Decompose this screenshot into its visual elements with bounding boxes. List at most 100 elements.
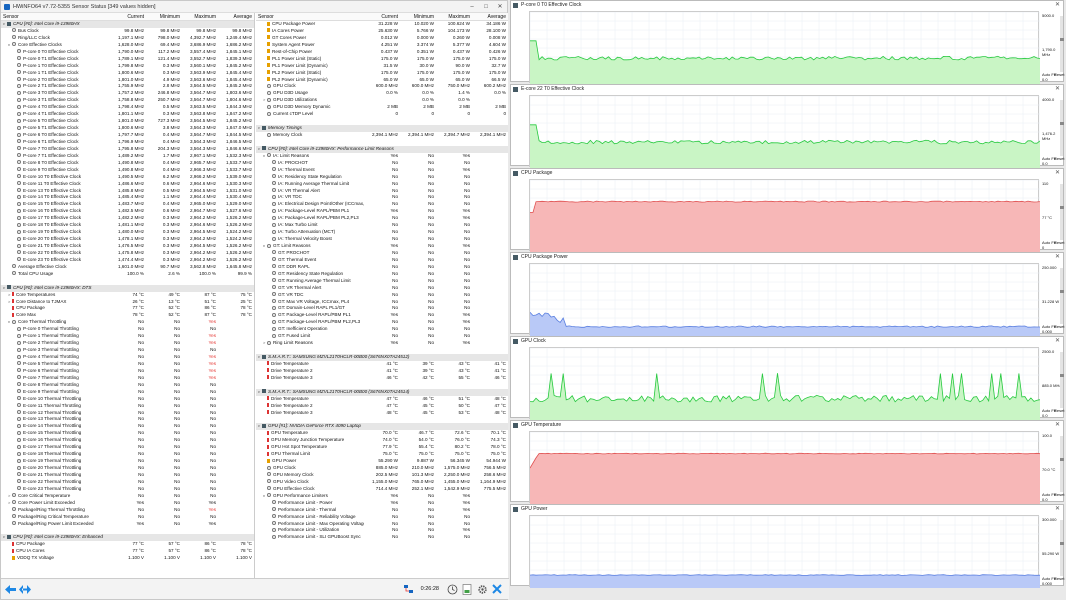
sensor-row[interactable]: E-core 15 T0 Effective Clock 1,483.7 MHz 0… xyxy=(1,201,254,208)
sensor-row[interactable]: CPU Package Power 31.228 W 10.020 W 100.624… xyxy=(256,21,508,28)
sensor-row[interactable]: VDDQ TX Voltage 1.100 V 1.100 V 1.100 V 1.10… xyxy=(1,555,254,562)
col-minimum[interactable]: Minimum xyxy=(146,13,182,20)
scale-slider[interactable] xyxy=(1059,16,1064,72)
sensor-row[interactable]: Total CPU Usage 100.0 % 2.6 % 100.0 % 99.9 % xyxy=(1,271,254,278)
close-icon[interactable]: ✕ xyxy=(1055,505,1060,514)
graph-window[interactable]: GPU Power ✕ 300.000 55.290 W 0.000 Auto Fit Re… xyxy=(510,504,1064,589)
col-sensor[interactable]: Sensor xyxy=(256,13,364,20)
sensor-row[interactable]: P-core 7 T0 Effective Clock 1,795.8 MHz 20… xyxy=(1,146,254,153)
network-icon[interactable] xyxy=(403,583,415,595)
sensor-row[interactable]: v GPU Performance Limiters Yes No Yes xyxy=(256,493,508,500)
sensor-row[interactable]: P-core 7 T1 Effective Clock 1,489.2 MHz 1.… xyxy=(1,153,254,160)
sensor-row[interactable]: P-core 0 T1 Effective Clock 1,789.1 MHz 12… xyxy=(1,56,254,63)
sensor-row[interactable]: Package/Ring Thermal Throttling No No Yes xyxy=(1,507,254,514)
sensor-row[interactable]: Performance Limit - Reliability Voltage N… xyxy=(256,514,508,521)
sensor-row[interactable]: GT: Max VR Voltage, ICCmax, PL4 No No No xyxy=(256,299,508,306)
scale-slider[interactable] xyxy=(1059,436,1064,492)
sensor-row[interactable]: GPU Thermal Limit 75.0 °C 75.0 °C 75.0 °C 75… xyxy=(256,451,508,458)
sensor-row[interactable]: GT: Thermal Event No No No xyxy=(256,257,508,264)
sensor-row[interactable]: GT Cores Power 0.012 W 0.000 W 0.260 W 0.008… xyxy=(256,35,508,42)
maximize-button[interactable]: □ xyxy=(479,4,493,10)
sensor-row[interactable]: PL1 Power Limit (Dynamic) 31.5 W 30.0 W 90.… xyxy=(256,63,508,70)
sensor-row[interactable]: E-core 22 Thermal Throttling No No No xyxy=(1,479,254,486)
arrow-double-icon[interactable] xyxy=(19,583,31,595)
col-current[interactable]: Current xyxy=(364,13,400,20)
sensor-group-header[interactable]: v GPU [#1]: NVIDIA GeForce RTX 4090 Lapto… xyxy=(256,423,508,431)
close-icon[interactable]: ✕ xyxy=(1055,421,1060,430)
sensor-row[interactable]: GPU D3D Usage 0.0 % 0.0 % 1.4 % 0.0 % xyxy=(256,90,508,97)
sensor-row[interactable]: P-core 6 T0 Effective Clock 1,797.7 MHz 0.… xyxy=(1,132,254,139)
sensor-row[interactable]: GPU Memory Junction Temperature 74.0 °C 54… xyxy=(256,437,508,444)
sensor-group-header[interactable]: v S.M.A.R.T.: SAMSUNG MZVL21T0HCLR-00B00 … xyxy=(256,388,508,396)
slider-thumb[interactable] xyxy=(1059,38,1064,42)
graph-title-bar[interactable]: P-core 0 T0 Effective Clock ✕ xyxy=(511,1,1063,10)
sensor-row[interactable]: E-core 9 Thermal Throttling No No No xyxy=(1,389,254,396)
sensor-row[interactable]: P-core 2 T1 Effective Clock 1,755.9 MHz 2.… xyxy=(1,83,254,90)
sensor-row[interactable]: E-core 19 Thermal Throttling No No No xyxy=(1,458,254,465)
col-minimum[interactable]: Minimum xyxy=(400,13,436,20)
sensor-row[interactable]: E-core 20 Thermal Throttling No No No xyxy=(1,465,254,472)
sensor-row[interactable]: E-core 16 T0 Effective Clock 1,482.5 MHz 0… xyxy=(1,208,254,215)
sensor-row[interactable]: Drive Temperature 3 46 °C 42 °C 55 °C 46 °C xyxy=(256,375,508,382)
col-current[interactable]: Current xyxy=(110,13,146,20)
reset-button[interactable]: Reset xyxy=(1054,72,1064,77)
sensor-group-header[interactable]: v CPU [#0]: Intel Core i9-13980HX xyxy=(1,21,254,28)
sensor-row[interactable]: P-core 1 T0 Effective Clock 1,799.8 MHz 0.… xyxy=(1,63,254,70)
sensor-row[interactable]: GT: Residency State Regulation No No No xyxy=(256,271,508,278)
sensor-row[interactable]: Performance Limit - SLI GPUBoost Sync No N… xyxy=(256,534,508,541)
sensor-row[interactable]: Average Effective Clock 1,601.0 MHz 90.7 M… xyxy=(1,264,254,271)
sensor-row[interactable]: GT: Package-Level RAPL/PBM PL2,PL3 No No Ye… xyxy=(256,319,508,326)
sensor-row[interactable]: v Core Effective Clocks 1,628.0 MHz 69.4 MH… xyxy=(1,42,254,49)
sensor-row[interactable]: GPU Clock 600.0 MHz 600.0 MHz 750.0 MHz 600.… xyxy=(256,83,508,90)
sensor-row[interactable]: Drive Temperature 2 41 °C 39 °C 43 °C 41 °C xyxy=(256,368,508,375)
sensor-row[interactable]: > Core Power Limit Exceeded Yes No Yes xyxy=(1,500,254,507)
sensor-row[interactable]: v Core Thermal Throttling No No Yes xyxy=(1,319,254,326)
slider-thumb[interactable] xyxy=(1059,290,1064,294)
sensor-row[interactable]: P-core 7 Thermal Throttling No No Yes xyxy=(1,375,254,382)
sensor-row[interactable]: CPU Package 77 °C 52 °C 86 °C 78 °C xyxy=(1,305,254,312)
slider-thumb[interactable] xyxy=(1059,374,1064,378)
sensor-row[interactable]: > Ring Limit Reasons Yes No Yes xyxy=(256,340,508,347)
sensor-row[interactable]: GT: Fused Limit No No No xyxy=(256,333,508,340)
sensor-row[interactable]: GT: Inefficient Operation No No No xyxy=(256,326,508,333)
sensor-row[interactable]: IA: Package-Level RAPL/PBM PL1 Yes No Yes xyxy=(256,208,508,215)
reset-button[interactable]: Reset xyxy=(1054,324,1064,329)
sensor-row[interactable]: v IA: Limit Reasons Yes No Yes xyxy=(256,153,508,160)
col-sensor[interactable]: Sensor xyxy=(1,13,110,20)
close-icon[interactable]: ✕ xyxy=(1055,1,1060,10)
sensor-row[interactable]: GT: VR TDC No No No xyxy=(256,292,508,299)
sensor-row[interactable]: IA Cores Power 25.630 W 5.766 W 104.173 W 28… xyxy=(256,28,508,35)
graph-window[interactable]: E-core 22 T0 Effective Clock ✕ 4000.0 1,476… xyxy=(510,84,1064,169)
sensor-row[interactable]: P-core 1 Thermal Throttling No No Yes xyxy=(1,333,254,340)
sensor-row[interactable]: GPU Temperature 70.0 °C 46.7 °C 72.6 °C 70.1… xyxy=(256,430,508,437)
graph-window[interactable]: GPU Clock ✕ 2500.0 885.0 MHz 0.0 Auto Fit Rese… xyxy=(510,336,1064,421)
sensor-row[interactable]: PL2 Power Limit (Dynamic) 65.0 W 65.0 W 65.… xyxy=(256,77,508,84)
sensor-row[interactable]: Bus Clock 99.8 MHz 99.8 MHz 99.8 MHz 99.8 MH… xyxy=(1,28,254,35)
sensor-group-header[interactable]: v CPU [#0]: Intel Core i9-13980HX: Enhanc… xyxy=(1,534,254,542)
reset-button[interactable]: Reset xyxy=(1054,156,1064,161)
graph-window[interactable]: CPU Package Power ✕ 250.000 31.228 W 0.000 Au… xyxy=(510,252,1064,337)
sensor-row[interactable]: E-core 12 Thermal Throttling No No No xyxy=(1,410,254,417)
sensor-row[interactable]: GT: DDR RAPL No No No xyxy=(256,264,508,271)
sensor-row[interactable]: GT: Package-Level RAPL/PBM PL1 Yes No Yes xyxy=(256,312,508,319)
sensor-pane-left[interactable]: Sensor Current Minimum Maximum Average v… xyxy=(1,13,255,578)
sensor-group-header[interactable]: v CPU [#0]: Intel Core i9-13980HX: Perfor… xyxy=(256,145,508,153)
report-icon[interactable] xyxy=(461,583,473,595)
reset-button[interactable]: Reset xyxy=(1054,408,1064,413)
graph-title-bar[interactable]: CPU Package ✕ xyxy=(511,169,1063,178)
sensor-row[interactable]: E-core 17 Thermal Throttling No No No xyxy=(1,444,254,451)
sensor-row[interactable]: P-core 4 T1 Effective Clock 1,801.1 MHz 0.… xyxy=(1,111,254,118)
sensor-row[interactable]: E-core 17 T0 Effective Clock 1,482.2 MHz 0… xyxy=(1,215,254,222)
sensor-row[interactable]: E-core 18 T0 Effective Clock 1,481.1 MHz 0… xyxy=(1,222,254,229)
slider-thumb[interactable] xyxy=(1059,206,1064,210)
sensor-row[interactable]: E-core 21 T0 Effective Clock 1,476.5 MHz 0… xyxy=(1,243,254,250)
sensor-group-header[interactable]: v Memory Timings xyxy=(256,125,508,132)
close-icon[interactable]: ✕ xyxy=(1055,169,1060,178)
sensor-row[interactable]: P-core 2 Thermal Throttling No No Yes xyxy=(1,340,254,347)
scale-slider[interactable] xyxy=(1059,520,1064,576)
sensor-row[interactable]: Current cTDP Level 0 0 0 0 xyxy=(256,111,508,118)
sensor-row[interactable]: P-core 1 T1 Effective Clock 1,800.6 MHz 0.… xyxy=(1,70,254,77)
scale-slider[interactable] xyxy=(1059,184,1064,240)
sensor-row[interactable]: GPU Power 55.290 W 9.887 W 56.345 W 54.944 W xyxy=(256,458,508,465)
sensor-row[interactable]: CPU IA Cores 77 °C 57 °C 86 °C 78 °C xyxy=(1,548,254,555)
